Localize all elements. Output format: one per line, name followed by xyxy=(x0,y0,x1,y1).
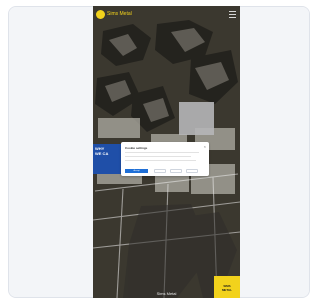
sims-logo-icon[interactable] xyxy=(96,10,105,19)
close-icon[interactable]: × xyxy=(204,144,206,149)
card-left-panel xyxy=(9,7,93,297)
promo-badge-line2: WE CA xyxy=(95,151,109,156)
footer-brand-text: Sims Metal xyxy=(156,291,177,296)
gray-overlay-panel xyxy=(179,102,214,135)
accept-cookies-button[interactable]: Accept xyxy=(125,169,148,173)
hamburger-menu-icon[interactable] xyxy=(229,11,236,18)
cookie-option-button[interactable] xyxy=(154,169,166,173)
cookie-option-button[interactable] xyxy=(186,169,198,173)
cookie-dialog-title: Cookie settings xyxy=(125,146,148,150)
cookie-dialog: Cookie settings × Accept xyxy=(121,142,209,176)
site-header: Sims Metal xyxy=(93,6,240,24)
dialog-text-line xyxy=(125,160,196,161)
promo-badge: WHY WE CA xyxy=(93,144,123,174)
dialog-text-line xyxy=(125,152,199,153)
cookie-option-button[interactable] xyxy=(170,169,182,173)
dialog-text-line xyxy=(125,156,191,157)
card-right-panel xyxy=(239,7,309,297)
mobile-page-preview: Sims Metal WHY WE CA Cookie settings × A… xyxy=(93,6,240,298)
brand-name: Sims Metal xyxy=(107,11,132,17)
